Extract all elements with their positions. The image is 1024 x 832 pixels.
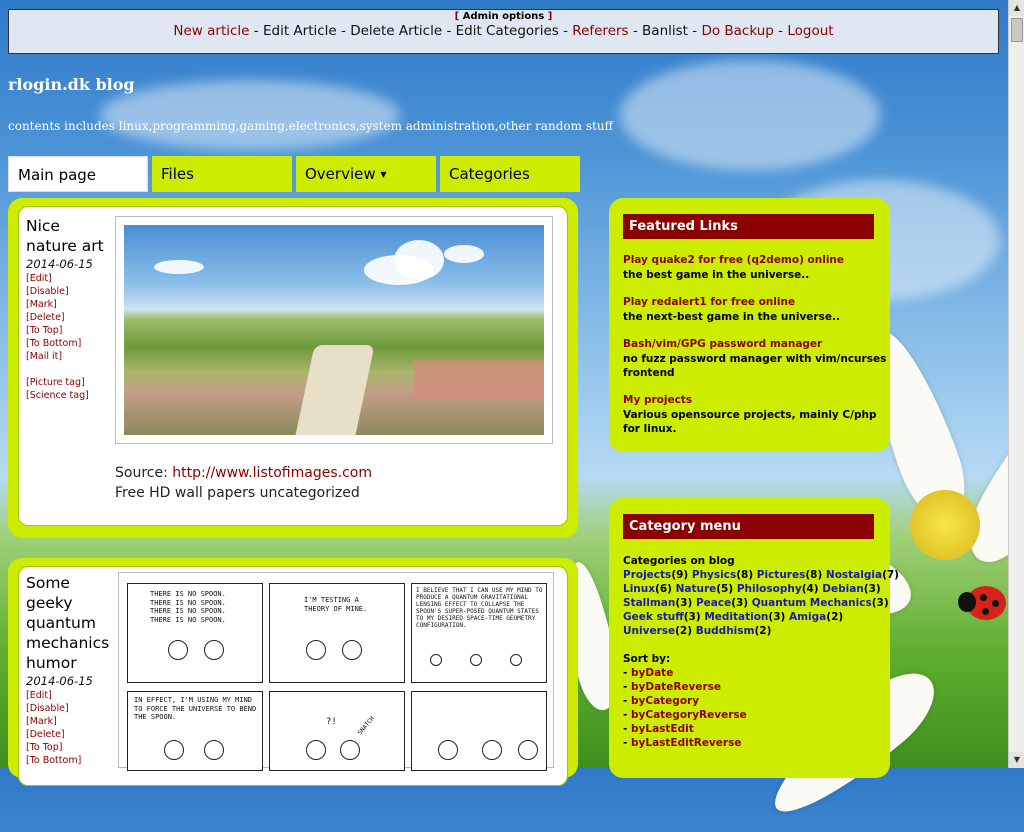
comic-panel: In effect, I'm using my mind to force th… <box>127 691 263 771</box>
featured-link-password-manager[interactable]: Bash/vim/GPG password manager <box>623 338 822 350</box>
category-link[interactable]: Debian <box>822 583 864 595</box>
comic-panel <box>411 691 547 771</box>
site-subtitle: contents includes linux,programming,gami… <box>8 119 614 133</box>
admin-link-do-backup[interactable]: Do Backup <box>701 23 773 39</box>
featured-link-redalert[interactable]: Play redalert1 for free online <box>623 296 795 308</box>
background-cloud <box>620 60 880 170</box>
article-action-to-top[interactable]: [To Top] <box>26 324 89 337</box>
scroll-thumb[interactable] <box>1011 18 1023 42</box>
admin-link-delete-article[interactable]: Delete Article <box>350 23 442 39</box>
article-action-mark[interactable]: [Mark] <box>26 298 89 311</box>
featured-link-desc: Various opensource projects, mainly C/ph… <box>623 409 877 435</box>
comic-panel: ?! Snatch <box>269 691 405 771</box>
site-title[interactable]: rlogin.dk blog <box>8 75 135 94</box>
tab-categories[interactable]: Categories <box>440 156 580 192</box>
featured-links-header: Featured Links <box>623 214 874 239</box>
comic-panel: There is no spoon. There is no spoon. Th… <box>127 583 263 683</box>
background-flower <box>711 321 1024 832</box>
featured-link-my-projects[interactable]: My projects <box>623 394 692 406</box>
category-menu-header: Category menu <box>623 514 874 539</box>
category-link[interactable]: Peace <box>696 597 731 609</box>
admin-link-edit-article[interactable]: Edit Article <box>263 23 337 39</box>
article-action-to-bottom[interactable]: [To Bottom] <box>26 337 89 350</box>
article-tag-science[interactable]: [Science tag] <box>26 389 89 402</box>
article-action-disable[interactable]: [Disable] <box>26 702 81 715</box>
landscape-image[interactable] <box>124 225 544 435</box>
background-cloud <box>100 80 400 150</box>
comic-panel: I believe that I can use my mind to prod… <box>411 583 547 683</box>
tab-overview[interactable]: Overview ▼ <box>296 156 436 192</box>
admin-links: New article - Edit Article - Delete Arti… <box>173 23 834 39</box>
category-link[interactable]: Nature <box>676 583 717 595</box>
category-link[interactable]: Geek stuff <box>623 611 684 623</box>
featured-link-desc: the best game in the universe.. <box>623 269 810 281</box>
tab-files[interactable]: Files <box>152 156 292 192</box>
article-title[interactable]: Nice nature art <box>26 216 104 256</box>
article-actions: [Edit] [Disable] [Mark] [Delete] [To Top… <box>26 689 81 767</box>
admin-options-title: [ Admin options ] <box>454 11 553 22</box>
category-link[interactable]: Universe <box>623 625 675 637</box>
article-tag-picture[interactable]: [Picture tag] <box>26 376 89 389</box>
article-actions: [Edit] [Disable] [Mark] [Delete] [To Top… <box>26 272 89 402</box>
category-link[interactable]: Meditation <box>704 611 768 623</box>
category-list: Categories on blog Projects(9) Physics(8… <box>623 555 899 637</box>
category-link[interactable]: Physics <box>692 569 736 581</box>
article-action-delete[interactable]: [Delete] <box>26 311 89 324</box>
article-date: 2014-06-15 <box>26 257 93 271</box>
article-caption: Free HD wall papers uncategorized <box>115 485 360 501</box>
admin-options-bar: [ Admin options ] New article - Edit Art… <box>8 9 999 54</box>
admin-link-edit-categories[interactable]: Edit Categories <box>456 23 559 39</box>
comic-image[interactable]: There is no spoon. There is no spoon. Th… <box>118 572 554 771</box>
article-action-edit[interactable]: [Edit] <box>26 689 81 702</box>
category-link[interactable]: Pictures <box>757 569 806 581</box>
article-source: Source: http://www.listofimages.com <box>115 465 372 481</box>
sort-by-date-reverse[interactable]: byDateReverse <box>631 681 721 693</box>
sort-by-category[interactable]: byCategory <box>631 695 699 707</box>
category-link[interactable]: Linux <box>623 583 655 595</box>
article-date: 2014-06-15 <box>26 674 93 688</box>
featured-link-desc: no fuzz password manager with vim/ncurse… <box>623 353 887 379</box>
article-action-mark[interactable]: [Mark] <box>26 715 81 728</box>
scroll-down-arrow-icon[interactable]: ▼ <box>1009 752 1024 768</box>
scroll-up-arrow-icon[interactable]: ▲ <box>1009 0 1024 16</box>
admin-link-new-article[interactable]: New article <box>173 23 249 39</box>
article-action-to-top[interactable]: [To Top] <box>26 741 81 754</box>
page-scrollbar[interactable]: ▲ ▼ <box>1008 0 1024 768</box>
sort-by-category-reverse[interactable]: byCategoryReverse <box>631 709 747 721</box>
category-link[interactable]: Quantum Mechanics <box>752 597 872 609</box>
category-link[interactable]: Buddhism <box>696 625 755 637</box>
category-intro: Categories on blog <box>623 555 735 567</box>
article-action-edit[interactable]: [Edit] <box>26 272 89 285</box>
article-action-disable[interactable]: [Disable] <box>26 285 89 298</box>
article-title[interactable]: Some geeky quantum mechanics humor <box>26 573 109 673</box>
category-link[interactable]: Philosophy <box>737 583 802 595</box>
sort-by-date[interactable]: byDate <box>631 667 673 679</box>
ladybug-icon <box>958 586 1006 620</box>
tab-main-page[interactable]: Main page <box>8 156 148 192</box>
article-action-to-bottom[interactable]: [To Bottom] <box>26 754 81 767</box>
admin-link-banlist[interactable]: Banlist <box>642 23 688 39</box>
comic-panel: I'm testing a theory of mine. <box>269 583 405 683</box>
category-link[interactable]: Nostalgia <box>826 569 882 581</box>
admin-link-logout[interactable]: Logout <box>787 23 833 39</box>
article-action-mail-it[interactable]: [Mail it] <box>26 350 89 363</box>
sort-by-last-edit[interactable]: byLastEdit <box>631 723 694 735</box>
article-action-delete[interactable]: [Delete] <box>26 728 81 741</box>
featured-link-quake2[interactable]: Play quake2 for free (q2demo) online <box>623 254 844 266</box>
category-link[interactable]: Amiga <box>789 611 826 623</box>
category-link[interactable]: Stallman <box>623 597 675 609</box>
sort-options: Sort by: - byDate - byDateReverse - byCa… <box>623 653 747 749</box>
sort-label: Sort by: <box>623 653 671 665</box>
admin-link-referers[interactable]: Referers <box>572 23 628 39</box>
category-link[interactable]: Projects <box>623 569 671 581</box>
article-source-link[interactable]: http://www.listofimages.com <box>172 465 372 481</box>
featured-link-desc: the next-best game in the universe.. <box>623 311 840 323</box>
article-image-frame <box>115 216 553 444</box>
chevron-down-icon: ▼ <box>380 170 387 179</box>
sort-by-last-edit-reverse[interactable]: byLastEditReverse <box>631 737 741 749</box>
